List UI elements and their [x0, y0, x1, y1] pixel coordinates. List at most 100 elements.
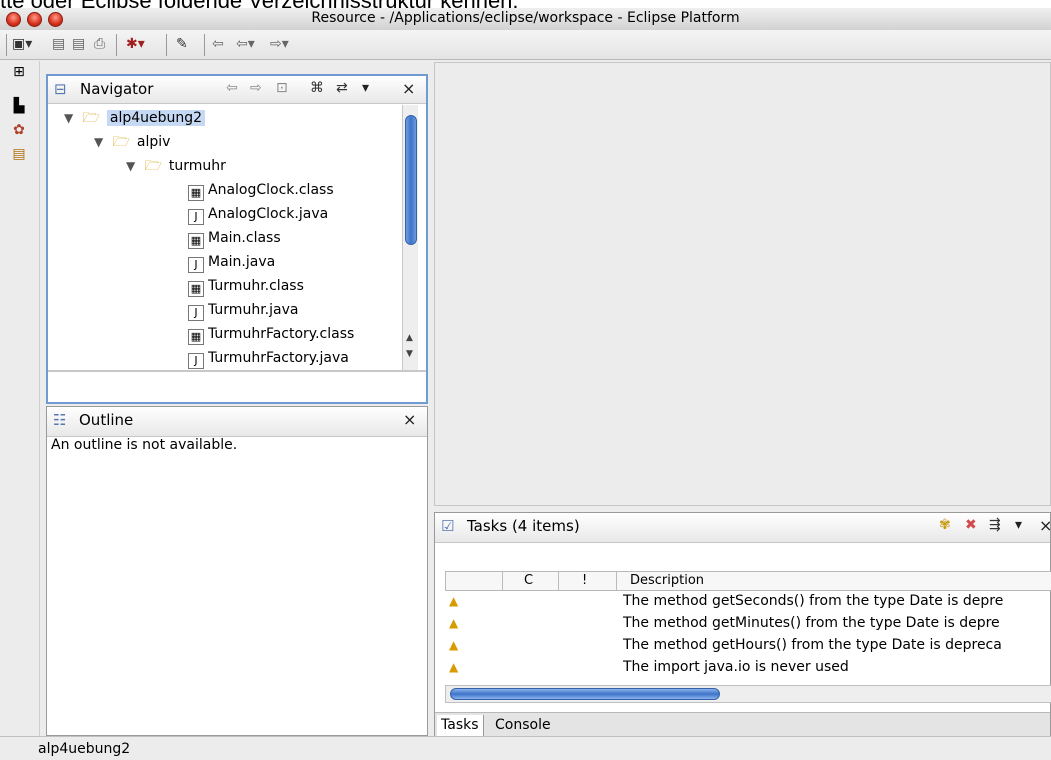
outline-header: ☷ Outline ×	[47, 407, 427, 437]
view-menu-icon[interactable]: ▾	[362, 80, 369, 96]
expand-toggle-icon[interactable]: ▼	[64, 106, 78, 130]
class-file-icon: ▦	[188, 329, 204, 345]
save-icon[interactable]: ▤	[52, 35, 65, 53]
outline-message: An outline is not available.	[51, 437, 238, 453]
scroll-up-icon[interactable]: ▲	[406, 333, 413, 343]
column-header-priority[interactable]: !	[582, 572, 587, 590]
tasks-icon: ☑	[441, 517, 455, 535]
delete-task-icon[interactable]: ✖	[965, 517, 977, 533]
tree-item-label: Main.class	[208, 230, 281, 246]
column-divider	[558, 572, 559, 590]
scroll-thumb[interactable]	[405, 115, 417, 245]
eclipse-window: Resource - /Applications/eclipse/workspa…	[0, 8, 1051, 760]
tab-tasks[interactable]: Tasks	[437, 715, 484, 737]
tasks-header: ☑ Tasks (4 items) ✾ ✖ ⇶ ▾ ×	[435, 513, 1051, 543]
column-header-description[interactable]: Description	[630, 572, 704, 590]
expand-toggle-icon[interactable]: ▼	[94, 130, 108, 154]
filter-icon[interactable]: ⇶	[989, 517, 1001, 533]
editor-area	[434, 62, 1051, 506]
navigator-title[interactable]: Navigator	[80, 80, 153, 98]
forward-nav-icon[interactable]: ⇨	[250, 80, 262, 96]
column-header-completed[interactable]: C	[524, 572, 533, 590]
tree-item-label: Turmuhr.java	[208, 302, 299, 318]
tree-item-file[interactable]: J Turmuhr.java	[188, 298, 298, 322]
tree-item-label: TurmuhrFactory.java	[208, 350, 349, 366]
java-file-icon: J	[188, 257, 204, 273]
run-icon[interactable]: ✱▾	[126, 35, 145, 53]
tree-item-file[interactable]: J Main.java	[188, 250, 275, 274]
task-row[interactable]: ▲ The import java.io is never used	[449, 655, 849, 679]
collapse-all-icon[interactable]: ⌘	[310, 80, 324, 96]
project-folder-icon: 🗁	[82, 110, 100, 126]
toolbar-separator	[166, 34, 167, 56]
tasks-close-icon[interactable]: ×	[1039, 516, 1051, 535]
task-description: The method getHours() from the type Date…	[623, 637, 1002, 653]
task-row[interactable]: ▲ The method getHours() from the type Dat…	[449, 633, 1002, 657]
navigator-scrollbar[interactable]: ▲ ▼	[402, 105, 418, 370]
task-description: The method getMinutes() from the type Da…	[623, 615, 1000, 631]
resource-perspective-icon[interactable]: ▙	[10, 97, 28, 115]
navigator-divider	[48, 370, 426, 372]
column-divider	[616, 572, 617, 590]
outline-title[interactable]: Outline	[79, 411, 133, 429]
scroll-down-icon[interactable]: ▼	[406, 349, 413, 359]
task-row[interactable]: ▲ The method getSeconds() from the type D…	[449, 589, 1003, 613]
tab-console[interactable]: Console	[491, 715, 555, 737]
folder-icon: 🗁	[112, 134, 130, 150]
perspective-bar: ⊞ ▙ ✿ ▤	[0, 61, 40, 741]
column-divider	[502, 572, 503, 590]
class-file-icon: ▦	[188, 185, 204, 201]
add-task-icon[interactable]: ✾	[939, 517, 951, 533]
forward-icon[interactable]: ⇨▾	[270, 35, 289, 53]
tree-item-file[interactable]: J TurmuhrFactory.java	[188, 346, 349, 370]
navigator-header: ⊟ Navigator ⇦ ⇨ ⊡ ⌘ ⇄ ▾ ×	[48, 76, 426, 104]
tasks-tab-bar: Tasks Console	[435, 712, 1050, 737]
tree-item-label: Main.java	[208, 254, 276, 270]
task-row[interactable]: ▲ The method getMinutes() from the type D…	[449, 611, 1000, 635]
search-icon[interactable]: ✎	[176, 35, 188, 53]
toolbar-separator	[204, 34, 205, 56]
last-edit-icon[interactable]: ⇦	[212, 35, 224, 53]
tree-item-label: alpiv	[136, 134, 171, 150]
java-file-icon: J	[188, 305, 204, 321]
up-folder-icon[interactable]: ⊡	[276, 80, 288, 96]
task-description: The import java.io is never used	[623, 659, 849, 675]
tree-item-label: Turmuhr.class	[208, 278, 304, 294]
tree-item-file[interactable]: J AnalogClock.java	[188, 202, 328, 226]
tree-item-label: alp4uebung2	[106, 110, 206, 126]
tree-item-file[interactable]: ▦ Turmuhr.class	[188, 274, 304, 298]
back-nav-icon[interactable]: ⇦	[226, 80, 238, 96]
save-all-icon[interactable]: ▤	[72, 35, 85, 53]
toolbar-separator	[6, 34, 7, 56]
tree-item-label: AnalogClock.java	[208, 206, 329, 222]
cvs-perspective-icon[interactable]: ▤	[10, 145, 28, 163]
tasks-horizontal-scrollbar[interactable]: ◀ ▶	[445, 685, 1051, 703]
back-icon[interactable]: ⇦▾	[236, 35, 255, 53]
tasks-view: ☑ Tasks (4 items) ✾ ✖ ⇶ ▾ × C ! Descript…	[434, 512, 1051, 737]
toolbar-separator	[116, 34, 117, 56]
tree-item-file[interactable]: ▦ AnalogClock.class	[188, 178, 334, 202]
link-with-editor-icon[interactable]: ⇄	[336, 80, 348, 96]
open-perspective-icon[interactable]: ⊞	[10, 63, 28, 81]
scroll-thumb[interactable]	[450, 688, 720, 700]
tree-item-file[interactable]: ▦ Main.class	[188, 226, 281, 250]
navigator-close-icon[interactable]: ×	[402, 79, 415, 98]
warning-icon: ▲	[449, 616, 459, 630]
tree-item-file[interactable]: ▦ TurmuhrFactory.class	[188, 322, 354, 346]
view-menu-icon[interactable]: ▾	[1015, 517, 1022, 533]
tasks-title[interactable]: Tasks (4 items)	[467, 517, 580, 535]
navigator-icon: ⊟	[54, 80, 67, 98]
tree-item-folder[interactable]: ▼ 🗁 alpiv	[94, 130, 170, 154]
status-text: alp4uebung2	[38, 741, 131, 757]
tree-item-folder[interactable]: ▼ 🗁 turmuhr	[126, 154, 226, 178]
print-icon[interactable]: ⎙	[94, 35, 105, 53]
tree-item-label: TurmuhrFactory.class	[208, 326, 355, 342]
expand-toggle-icon[interactable]: ▼	[126, 154, 140, 178]
title-bar: Resource - /Applications/eclipse/workspa…	[0, 8, 1051, 30]
tree-item-project[interactable]: ▼ 🗁 alp4uebung2	[64, 106, 206, 130]
outline-close-icon[interactable]: ×	[403, 410, 416, 429]
main-toolbar: ▣▾ ▤ ▤ ⎙ ✱▾ ✎ ⇦ ⇦▾ ⇨▾	[0, 30, 1051, 60]
new-wizard-icon[interactable]: ▣▾	[12, 35, 32, 53]
warning-icon: ▲	[449, 638, 459, 652]
java-perspective-icon[interactable]: ✿	[10, 121, 28, 139]
